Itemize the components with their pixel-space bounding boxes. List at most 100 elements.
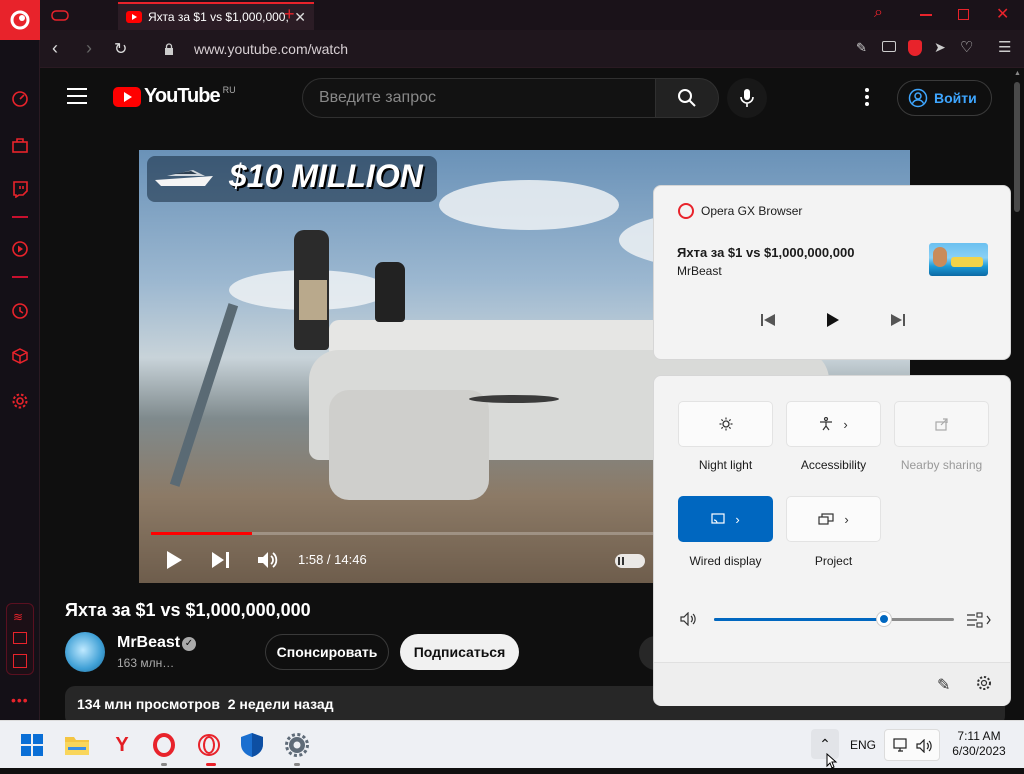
- easy-setup-icon[interactable]: ☰: [998, 38, 1011, 56]
- history-icon[interactable]: [9, 300, 31, 322]
- gx-corner-icon[interactable]: [9, 134, 31, 156]
- reload-icon[interactable]: ↻: [114, 39, 127, 59]
- night-light-toggle[interactable]: [678, 401, 773, 447]
- yandex-browser-icon[interactable]: Y: [108, 731, 136, 759]
- wired-display-toggle[interactable]: ›: [678, 496, 773, 542]
- opera-browser-icon[interactable]: [150, 731, 178, 759]
- ram-icon: [13, 632, 27, 644]
- close-window-icon[interactable]: ✕: [996, 4, 1009, 24]
- quick-settings-panel: Night light › Accessibility Nearby shari…: [653, 375, 1011, 706]
- previous-track-icon[interactable]: [760, 313, 776, 332]
- page-scrollbar[interactable]: ▲: [1011, 68, 1024, 720]
- clock-time: 7:11 AM: [957, 729, 1001, 743]
- more-dots-icon[interactable]: •••: [11, 692, 29, 708]
- language-indicator[interactable]: ENG: [850, 738, 876, 752]
- project-toggle[interactable]: ›: [786, 496, 881, 542]
- project-label: Project: [814, 554, 853, 568]
- voice-search-button[interactable]: [727, 78, 767, 118]
- send-icon[interactable]: ➤: [934, 39, 946, 56]
- forward-icon[interactable]: ›: [86, 38, 92, 59]
- adblock-shield-icon[interactable]: [908, 40, 922, 56]
- menu-hamburger-icon[interactable]: [67, 88, 87, 104]
- network-volume-tray[interactable]: [884, 729, 940, 761]
- wifi-icon: ≋: [13, 610, 24, 624]
- gx-control-icon[interactable]: [9, 88, 31, 110]
- opera-gx-taskbar-icon[interactable]: [195, 731, 223, 759]
- opera-gx-logo-icon[interactable]: [0, 0, 40, 40]
- clock-date: 6/30/2023: [952, 744, 1006, 758]
- scroll-thumb[interactable]: [1014, 82, 1020, 212]
- close-tab-icon[interactable]: ✕: [294, 9, 306, 26]
- start-windows-icon[interactable]: [18, 731, 46, 759]
- edit-pencil-icon[interactable]: ✎: [937, 675, 950, 695]
- camera-icon[interactable]: [882, 41, 896, 52]
- twitch-icon[interactable]: [9, 178, 31, 200]
- sign-in-button[interactable]: Войти: [897, 80, 992, 116]
- network-icon: [893, 738, 907, 752]
- new-tab-icon[interactable]: +: [284, 4, 295, 25]
- volume-icon: [916, 739, 932, 753]
- chevron-right-icon: ›: [844, 511, 849, 527]
- autoplay-toggle[interactable]: [615, 554, 645, 568]
- play-icon[interactable]: [165, 550, 183, 575]
- sign-in-label: Войти: [934, 90, 977, 106]
- chevron-right-icon: ›: [735, 511, 740, 527]
- media-flyout: Opera GX Browser Яхта за $1 vs $1,000,00…: [653, 185, 1011, 360]
- more-options-icon[interactable]: [865, 88, 869, 106]
- mouse-cursor-icon: [826, 752, 838, 769]
- accessibility-toggle[interactable]: ›: [786, 401, 881, 447]
- video-frame-railing: [169, 303, 239, 487]
- subscribe-button[interactable]: Подписаться: [400, 634, 519, 670]
- player-icon[interactable]: [9, 238, 31, 260]
- gamepad-icon[interactable]: [50, 6, 70, 24]
- youtube-logo[interactable]: YouTube RU: [113, 85, 236, 108]
- nearby-sharing-toggle[interactable]: [894, 401, 989, 447]
- settings-app-icon[interactable]: [283, 731, 311, 759]
- windows-taskbar: Y ⌃ ENG 7:11 AM 6/30/2023: [0, 720, 1024, 769]
- youtube-play-logo-icon: [113, 86, 141, 107]
- sponsor-button[interactable]: Спонсировать: [265, 634, 389, 670]
- back-icon[interactable]: ‹: [52, 38, 58, 59]
- quick-settings-footer: ✎: [654, 662, 1010, 706]
- next-video-icon[interactable]: [211, 551, 231, 574]
- next-track-icon[interactable]: [890, 313, 906, 332]
- lock-icon[interactable]: [164, 42, 174, 55]
- restore-icon[interactable]: [958, 9, 969, 20]
- url-field[interactable]: www.youtube.com/watch: [194, 41, 348, 57]
- media-app-name: Opera GX Browser: [701, 204, 803, 218]
- speaker-icon[interactable]: [680, 611, 698, 631]
- channel-avatar[interactable]: [65, 632, 105, 672]
- search-icon: [678, 89, 696, 107]
- extensions-icon[interactable]: [9, 345, 31, 367]
- media-track-title: Яхта за $1 vs $1,000,000,000: [677, 245, 855, 260]
- minimize-icon[interactable]: [920, 14, 932, 16]
- settings-gear-icon[interactable]: [9, 390, 31, 412]
- address-bar: ‹ › ↻ www.youtube.com/watch ✎ ➤ ♡ ☰: [40, 30, 1024, 68]
- volume-slider-fill: [714, 618, 885, 621]
- heart-icon[interactable]: ♡: [960, 38, 973, 56]
- search-input[interactable]: Введите запрос: [302, 78, 656, 118]
- windows-security-icon[interactable]: [238, 731, 266, 759]
- audio-output-icon[interactable]: [966, 612, 992, 633]
- channel-name[interactable]: MrBeast: [117, 634, 180, 652]
- volume-icon[interactable]: [257, 550, 279, 575]
- file-explorer-icon[interactable]: [63, 731, 91, 759]
- cast-icon: [711, 513, 725, 524]
- yacht-thumbnail-icon: [153, 162, 219, 190]
- tab-bar: Яхта за $1 vs $1,000,000,000 ✕ + ⌕ ✕: [40, 0, 1024, 30]
- search-tabs-icon[interactable]: ⌕: [874, 4, 883, 22]
- media-artist: MrBeast: [677, 264, 722, 278]
- network-limiter-panel[interactable]: ≋: [6, 603, 34, 675]
- volume-slider-thumb[interactable]: [877, 612, 892, 626]
- video-frame-sofa-arm: [329, 390, 489, 500]
- scroll-up-icon[interactable]: ▲: [1014, 70, 1021, 77]
- search-button[interactable]: [655, 78, 719, 118]
- media-play-icon[interactable]: [826, 313, 840, 332]
- wired-display-label: Wired display: [689, 554, 762, 568]
- edit-icon[interactable]: ✎: [856, 40, 867, 56]
- cpu-icon: [13, 654, 27, 668]
- opera-app-icon: [678, 203, 694, 219]
- sidebar-separator: [12, 216, 28, 218]
- clock[interactable]: 7:11 AM 6/30/2023: [948, 729, 1010, 759]
- settings-gear-icon[interactable]: [976, 675, 992, 696]
